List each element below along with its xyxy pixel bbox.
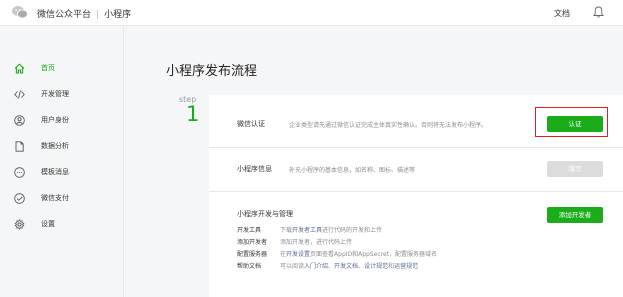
platform-name[interactable]: 微信公众平台 [37, 10, 91, 20]
brand: 微信公众平台 | 小程序 [37, 7, 131, 20]
highlight-annotation [535, 107, 608, 137]
info-description: 补充小程序的基本信息，如名称、图标、描述等 [289, 167, 416, 174]
docs-link[interactable]: 文档 [554, 8, 570, 19]
add-developer-text: 添加开发者，进行代码上传 [280, 239, 353, 246]
add-developer-key: 添加开发者 [237, 239, 268, 246]
dev-title: 小程序开发与管理 [237, 210, 293, 218]
code-icon [14, 90, 25, 99]
server-config-line: 配置服务器 在开发设置页面查看AppID和AppSecret，配置服务器域名 [237, 249, 437, 258]
design-spec-link[interactable]: 设计规范 [364, 263, 388, 270]
notification-bell-icon[interactable] [593, 6, 604, 18]
sidebar-item-label: 开发管理 [41, 90, 69, 98]
add-developer-line: 添加开发者 添加开发者，进行代码上传 [237, 237, 352, 246]
user-icon [14, 115, 25, 126]
payment-icon [14, 193, 25, 204]
dev-tools-link[interactable]: 开发者工具 [292, 227, 322, 234]
sidebar-item-dev-management[interactable]: 开发管理 [0, 84, 124, 104]
info-row: 小程序信息 补充小程序的基本信息，如名称、图标、描述等 填写 [209, 147, 623, 191]
sidebar-item-label: 微信支付 [41, 194, 69, 202]
server-config-post: 页面查看AppID和AppSecret，配置服务器域名 [310, 251, 438, 258]
message-icon [14, 167, 25, 178]
help-docs-line: 帮助文档 可以阅读入门介绍、开发文档、设计规范和运营规范 [237, 261, 418, 270]
sidebar: 首页 开发管理 用户身份 数据分析 模板消息 微信支付 设置 [0, 26, 124, 297]
verify-description: 企业类型请先通过微信认证完成主体真实性确认。否则将无法发布小程序。 [289, 122, 488, 129]
sidebar-item-label: 数据分析 [41, 142, 69, 150]
sidebar-item-wechat-pay[interactable]: 微信支付 [0, 188, 124, 208]
sidebar-item-label: 设置 [41, 220, 55, 228]
sidebar-item-label: 模板消息 [41, 168, 69, 176]
sidebar-item-settings[interactable]: 设置 [0, 214, 124, 234]
page-title: 小程序发布流程 [166, 64, 258, 79]
gear-icon [14, 219, 25, 230]
document-icon [15, 141, 24, 152]
dev-docs-link[interactable]: 开发文档 [334, 263, 358, 270]
help-docs-key: 帮助文档 [237, 263, 262, 270]
fill-info-button[interactable]: 填写 [547, 161, 603, 177]
top-bar: 微信公众平台 | 小程序 文档 [0, 0, 623, 26]
dev-tools-line: 开发工具 下载开发者工具进行代码的开发和上传 [237, 225, 382, 234]
sidebar-item-label: 用户身份 [41, 116, 69, 124]
sidebar-item-data-analysis[interactable]: 数据分析 [0, 136, 124, 156]
home-icon [14, 63, 25, 74]
wechat-logo-icon[interactable] [12, 5, 28, 19]
sidebar-item-label: 首页 [41, 64, 55, 72]
dev-settings-link[interactable]: 开发设置 [286, 251, 310, 258]
dev-tools-key: 开发工具 [237, 227, 262, 234]
operation-spec-link[interactable]: 运营规范 [394, 263, 418, 270]
section-name: 小程序 [104, 10, 132, 20]
step-number: 1 [186, 102, 200, 126]
sidebar-item-home[interactable]: 首页 [0, 58, 124, 78]
server-config-key: 配置服务器 [237, 251, 268, 258]
sidebar-item-user-identity[interactable]: 用户身份 [0, 110, 124, 130]
dev-tools-pre: 下载 [280, 227, 293, 234]
add-developer-button[interactable]: 添加开发者 [547, 207, 603, 223]
intro-link[interactable]: 入门介绍 [304, 263, 328, 270]
dev-row: 小程序开发与管理 添加开发者 开发工具 下载开发者工具进行代码的开发和上传 添加开… [209, 191, 623, 297]
dev-tools-post: 进行代码的开发和上传 [322, 227, 383, 234]
verify-title: 微信认证 [237, 120, 265, 128]
info-title: 小程序信息 [237, 165, 272, 173]
sidebar-item-template-message[interactable]: 模板消息 [0, 162, 124, 182]
brand-separator: | [96, 10, 100, 20]
main-content: 小程序发布流程 step 1 微信认证 企业类型请先通过微信认证完成主体真实性确… [125, 26, 623, 297]
help-docs-pre: 可以阅读 [280, 263, 305, 270]
